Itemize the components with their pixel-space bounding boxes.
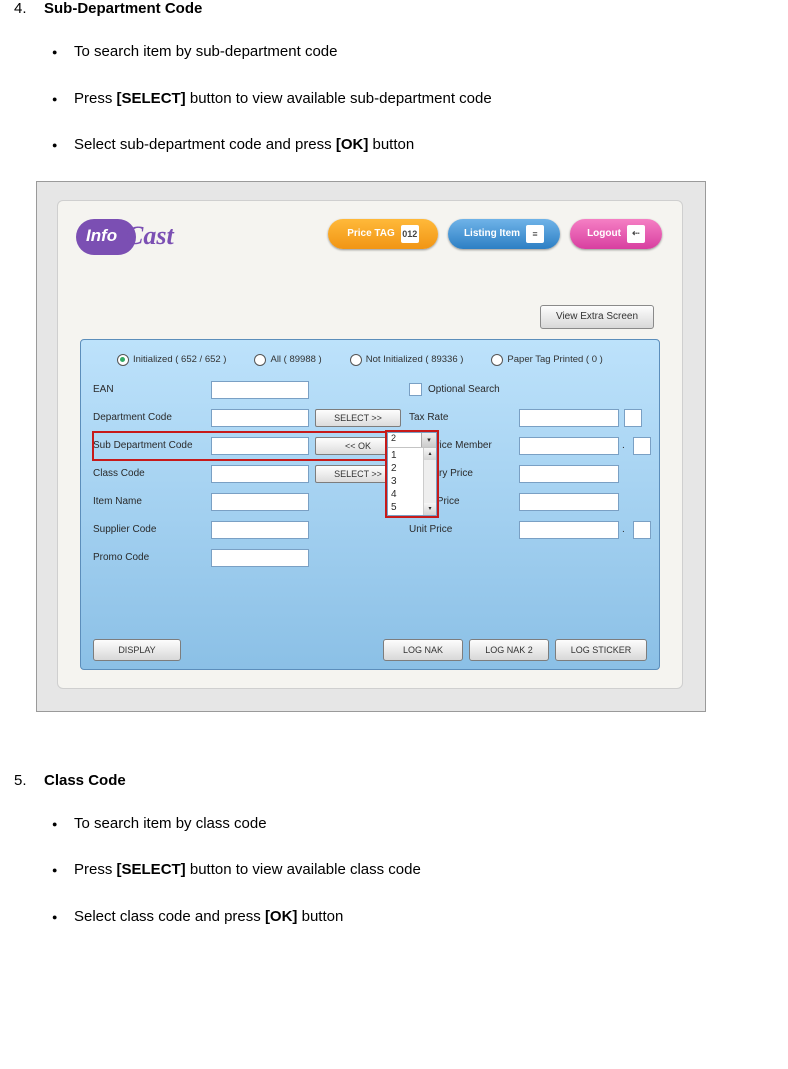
optional-search-label: Optional Search	[428, 384, 500, 395]
section-heading: Class Code	[44, 772, 126, 789]
ordinary-price-input[interactable]	[519, 465, 619, 483]
radio-all[interactable]: All ( 89988 )	[254, 354, 321, 366]
unit-price-decimal[interactable]	[633, 521, 651, 539]
subdept-code-label: Sub Department Code	[93, 440, 211, 451]
bullet-item: Select sub-department code and press [OK…	[52, 134, 774, 157]
app-screenshot: Cast Price TAG012 Listing Item≡ Logout⇠ …	[36, 181, 706, 712]
price-tag-button[interactable]: Price TAG012	[328, 219, 438, 249]
section-number: 4.	[14, 0, 44, 17]
unit-price-input[interactable]	[519, 521, 619, 539]
item-name-label: Item Name	[93, 496, 211, 507]
subdept-dropdown[interactable]: 2▾ 1 2 3 4 5 ▴▾	[387, 432, 437, 516]
optional-search-checkbox[interactable]	[409, 383, 422, 396]
tag-icon: 012	[401, 225, 419, 243]
radio-not-initialized[interactable]: Not Initialized ( 89336 )	[350, 354, 464, 366]
subdept-code-input[interactable]	[211, 437, 309, 455]
radio-paper-tag[interactable]: Paper Tag Printed ( 0 )	[491, 354, 602, 366]
view-extra-screen-button[interactable]: View Extra Screen	[540, 305, 654, 329]
chevron-down-icon[interactable]: ▾	[421, 433, 436, 447]
app-window: Cast Price TAG012 Listing Item≡ Logout⇠ …	[57, 200, 683, 689]
bullet-list: To search item by sub-department code Pr…	[14, 41, 774, 157]
bullet-item: Press [SELECT] button to view available …	[52, 88, 774, 111]
list-icon: ≡	[526, 225, 544, 243]
bullet-item: Select class code and press [OK] button	[52, 906, 774, 929]
tax-rate-dropdown[interactable]	[624, 409, 642, 427]
listing-item-button[interactable]: Listing Item≡	[448, 219, 560, 249]
log-nak-button[interactable]: LOG NAK	[383, 639, 463, 661]
filter-radios: Initialized ( 652 / 652 ) All ( 89988 ) …	[117, 354, 647, 366]
log-sticker-button[interactable]: LOG STICKER	[555, 639, 647, 661]
display-button[interactable]: DISPLAY	[93, 639, 181, 661]
unit-price-label: Unit Price	[409, 524, 519, 535]
promo-code-label: Promo Code	[93, 552, 211, 563]
item-name-input[interactable]	[211, 493, 309, 511]
supplier-code-input[interactable]	[211, 521, 309, 539]
dropdown-scrollbar[interactable]: ▴▾	[423, 448, 436, 515]
tax-rate-input[interactable]	[519, 409, 619, 427]
class-code-label: Class Code	[93, 468, 211, 479]
promo-code-input[interactable]	[211, 549, 309, 567]
infocast-logo: Cast	[76, 215, 206, 255]
bullet-item: Press [SELECT] button to view available …	[52, 859, 774, 882]
bullet-item: To search item by class code	[52, 813, 774, 836]
class-code-input[interactable]	[211, 465, 309, 483]
search-panel: Initialized ( 652 / 652 ) All ( 89988 ) …	[80, 339, 660, 670]
ean-label: EAN	[93, 384, 211, 395]
sales-price-input[interactable]	[519, 493, 619, 511]
logout-button[interactable]: Logout⇠	[570, 219, 662, 249]
ean-input[interactable]	[211, 381, 309, 399]
supplier-code-label: Supplier Code	[93, 524, 211, 535]
unit-price-member-input[interactable]	[519, 437, 619, 455]
section-number: 5.	[14, 772, 44, 789]
dept-select-button[interactable]: SELECT >>	[315, 409, 401, 427]
tax-rate-label: Tax Rate	[409, 412, 519, 423]
unit-price-member-decimal[interactable]	[633, 437, 651, 455]
exit-icon: ⇠	[627, 225, 645, 243]
bullet-item: To search item by sub-department code	[52, 41, 774, 64]
bullet-list: To search item by class code Press [SELE…	[14, 813, 774, 929]
dept-code-input[interactable]	[211, 409, 309, 427]
section-heading: Sub-Department Code	[44, 0, 202, 17]
dept-code-label: Department Code	[93, 412, 211, 423]
radio-initialized[interactable]: Initialized ( 652 / 652 )	[117, 354, 226, 366]
log-nak-2-button[interactable]: LOG NAK 2	[469, 639, 549, 661]
